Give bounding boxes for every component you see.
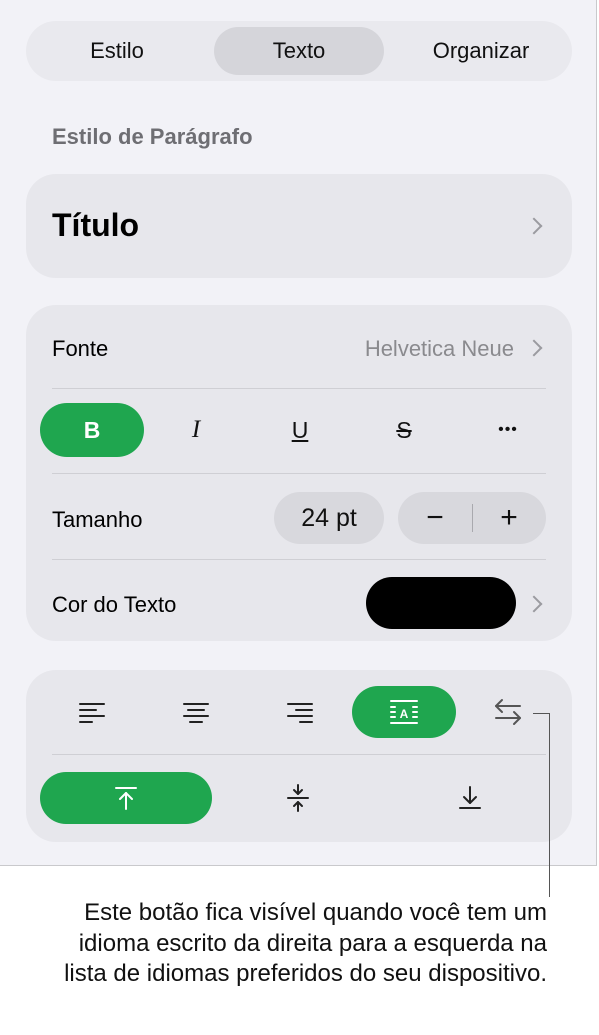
align-top-icon [115, 787, 137, 810]
font-value: Helvetica Neue [364, 336, 514, 361]
align-middle-button[interactable] [212, 772, 384, 824]
chevron-right-icon [525, 339, 543, 357]
justify-button[interactable]: A [352, 686, 456, 738]
font-size-stepper: − + [398, 492, 546, 544]
divider [52, 388, 546, 389]
tab-arrange[interactable]: Organizar [396, 27, 566, 75]
align-center-icon [183, 703, 209, 723]
font-label: Fonte [52, 336, 109, 361]
chevron-right-icon [525, 595, 543, 613]
tab-style[interactable]: Estilo [32, 27, 202, 75]
italic-button[interactable]: I [144, 403, 248, 457]
callout-text: Este botão fica visível quando você tem … [64, 899, 547, 987]
bold-button[interactable]: B [40, 403, 144, 457]
plus-icon: + [500, 501, 518, 534]
align-bottom-button[interactable] [384, 772, 556, 824]
align-left-button[interactable] [40, 686, 144, 738]
text-color-row[interactable]: Cor do Texto [26, 560, 572, 640]
text-direction-icon [495, 699, 521, 725]
align-top-button[interactable] [40, 772, 212, 824]
text-color-swatch [366, 577, 516, 629]
decrease-size-button[interactable]: − [398, 492, 472, 544]
align-right-button[interactable] [248, 686, 352, 738]
align-middle-icon [287, 784, 309, 812]
svg-text:A: A [400, 707, 409, 721]
font-size-field[interactable]: 24 pt [274, 492, 384, 544]
strikethrough-button[interactable]: S [352, 403, 456, 457]
align-left-icon [79, 703, 105, 723]
divider [52, 473, 546, 474]
font-row[interactable]: Fonte Helvetica Neue [26, 305, 572, 389]
align-right-icon [287, 703, 313, 723]
format-panel: Estilo Texto Organizar Estilo de Parágra… [0, 0, 597, 866]
minus-icon: − [426, 501, 444, 534]
paragraph-style-label: Estilo de Parágrafo [52, 124, 253, 149]
paragraph-style-button[interactable]: Título [26, 174, 572, 278]
alignment-card: A [26, 670, 572, 842]
divider [52, 754, 546, 755]
justify-icon: A [390, 700, 418, 724]
increase-size-button[interactable]: + [472, 492, 546, 544]
chevron-right-icon [525, 217, 543, 235]
text-color-label: Cor do Texto [52, 592, 177, 617]
underline-button[interactable]: U [248, 403, 352, 457]
align-center-button[interactable] [144, 686, 248, 738]
tab-text[interactable]: Texto [214, 27, 384, 75]
more-styles-button[interactable]: ••• [456, 403, 560, 457]
callout-leader-line [549, 713, 550, 897]
callout-leader-line [533, 713, 550, 714]
size-label: Tamanho [52, 507, 143, 532]
paragraph-style-value: Título [52, 207, 140, 243]
format-tabs: Estilo Texto Organizar [26, 21, 572, 81]
font-settings-card: Fonte Helvetica Neue B I U S ••• Tamanho… [26, 305, 572, 641]
text-direction-button[interactable] [456, 686, 560, 738]
align-bottom-icon [459, 786, 481, 809]
